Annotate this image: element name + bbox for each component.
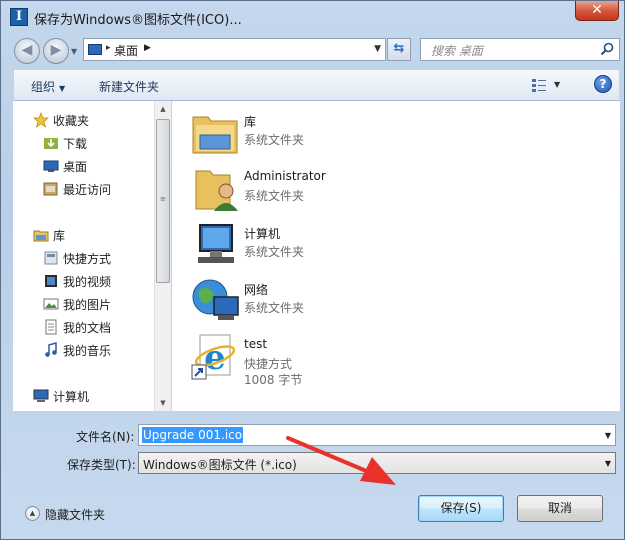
- title-bar: I 保存为Windows®图标文件(ICO)... ✕: [1, 1, 624, 33]
- window-title: 保存为Windows®图标文件(ICO)...: [34, 13, 242, 28]
- save-form: 文件名(N): Upgrade 001.ico ▼ 保存类型(T): Windo…: [1, 411, 624, 539]
- file-size: 1008 字节: [244, 373, 303, 387]
- address-dropdown-icon[interactable]: ▼: [374, 44, 381, 54]
- file-type: 系统文件夹: [244, 189, 305, 203]
- sidebar-item-label: 我的音乐: [63, 344, 112, 358]
- filename-value[interactable]: Upgrade 001.ico: [142, 427, 244, 443]
- new-folder-button[interactable]: 新建文件夹: [99, 78, 159, 95]
- command-toolbar: 组织 ▼ 新建文件夹 ▼ ?: [13, 69, 620, 101]
- search-placeholder: 搜索 桌面: [431, 44, 483, 58]
- back-button[interactable]: ◀: [14, 38, 40, 64]
- file-item-test[interactable]: e test 快捷方式 1008 字节: [190, 333, 490, 387]
- hide-folders-label: 隐藏文件夹: [45, 508, 106, 522]
- scroll-down-icon[interactable]: ▼: [155, 395, 171, 411]
- organize-label: 组织: [31, 80, 56, 94]
- navigation-scrollbar[interactable]: ▲ ≡ ▼: [154, 101, 171, 411]
- recent-pages-dropdown[interactable]: ▼: [71, 47, 77, 56]
- picture-icon: [43, 298, 59, 310]
- file-item-library[interactable]: 库 系统文件夹: [190, 109, 490, 161]
- help-button[interactable]: ?: [594, 75, 612, 93]
- forward-button[interactable]: ▶: [43, 38, 69, 64]
- breadcrumb-chevron-icon[interactable]: ▸: [106, 43, 111, 53]
- address-bar[interactable]: ▸ 桌面 ▶ ▼: [83, 38, 386, 61]
- sidebar-item-label: 下载: [63, 137, 88, 151]
- music-icon: [45, 342, 57, 357]
- sidebar-item-label: 我的图片: [63, 298, 112, 312]
- sidebar-item-label: 库: [53, 229, 66, 243]
- user-folder-icon: [195, 170, 238, 211]
- desktop-icon: [43, 160, 59, 172]
- shortcut-folder-icon: [44, 251, 58, 265]
- recent-places-icon: [43, 182, 58, 196]
- view-options-icon[interactable]: [531, 77, 547, 93]
- sidebar-item-label: 计算机: [53, 390, 90, 404]
- file-item-administrator[interactable]: Administrator 系统文件夹: [190, 165, 490, 217]
- save-button[interactable]: 保存(S): [418, 495, 504, 522]
- cancel-button[interactable]: 取消: [517, 495, 603, 522]
- file-name: 计算机: [244, 227, 281, 241]
- svg-text:e: e: [204, 338, 226, 378]
- video-icon: [45, 275, 57, 287]
- filetype-select[interactable]: Windows®图标文件 (*.ico) ▼: [138, 452, 616, 474]
- search-input[interactable]: 搜索 桌面: [420, 38, 620, 61]
- address-row: ◀ ▶ ▼ ▸ 桌面 ▶ ▼ ⇆ 搜索 桌面: [1, 33, 624, 69]
- filetype-dropdown-icon[interactable]: ▼: [605, 459, 611, 468]
- library-icon: [33, 230, 49, 242]
- filename-label: 文件名(N):: [76, 430, 135, 444]
- file-item-computer[interactable]: 计算机 系统文件夹: [190, 221, 490, 273]
- sidebar-item-label: 桌面: [63, 160, 88, 174]
- sidebar-item-label: 我的文档: [63, 321, 112, 335]
- file-name: 库: [244, 115, 257, 129]
- filename-dropdown-icon[interactable]: ▼: [605, 431, 611, 440]
- computer-icon: [198, 224, 234, 263]
- library-folder-icon: [192, 116, 238, 154]
- document-icon: [45, 319, 57, 335]
- scroll-up-icon[interactable]: ▲: [155, 101, 171, 117]
- filetype-value: Windows®图标文件 (*.ico): [143, 458, 297, 472]
- breadcrumb-arrow-icon[interactable]: ▶: [144, 43, 151, 53]
- save-dialog: I 保存为Windows®图标文件(ICO)... ✕ ◀ ▶ ▼ ▸ 桌面 ▶…: [0, 0, 625, 540]
- ie-shortcut-icon: e: [191, 334, 236, 380]
- view-dropdown-icon[interactable]: ▼: [554, 80, 560, 89]
- file-name: Administrator: [244, 169, 326, 183]
- sidebar-item-label: 我的视频: [63, 275, 112, 289]
- sidebar-item-label: 收藏夹: [53, 114, 90, 128]
- organize-button[interactable]: 组织 ▼: [31, 78, 65, 95]
- filename-input[interactable]: Upgrade 001.ico ▼: [138, 424, 616, 446]
- sidebar-item-label: 最近访问: [63, 183, 112, 197]
- grip-icon: ≡: [160, 195, 166, 203]
- star-icon: [33, 112, 49, 128]
- file-list: 库 系统文件夹 Administrator 系统文件夹 计算机 系统文件夹 网络…: [172, 101, 620, 411]
- search-icon[interactable]: [600, 42, 614, 56]
- scrollbar-thumb[interactable]: ≡: [156, 119, 170, 283]
- breadcrumb-location[interactable]: 桌面: [114, 42, 138, 59]
- file-type: 系统文件夹: [244, 133, 305, 147]
- chevron-up-icon[interactable]: ▲: [25, 506, 40, 521]
- chevron-down-icon: ▼: [59, 84, 66, 93]
- filetype-label: 保存类型(T):: [67, 458, 136, 472]
- close-button[interactable]: ✕: [575, 1, 619, 21]
- refresh-button[interactable]: ⇆: [387, 38, 411, 61]
- file-name: 网络: [244, 283, 269, 297]
- sidebar-item-label: 快捷方式: [63, 252, 112, 266]
- file-type: 系统文件夹: [244, 301, 305, 315]
- file-type: 快捷方式: [244, 357, 293, 371]
- downloads-icon: [44, 138, 58, 149]
- file-name: test: [244, 337, 268, 351]
- app-icon: I: [10, 8, 28, 26]
- file-item-network[interactable]: 网络 系统文件夹: [190, 277, 490, 329]
- file-type: 系统文件夹: [244, 245, 305, 259]
- computer-icon: [33, 389, 49, 402]
- network-icon: [192, 279, 239, 320]
- navigation-pane: 收藏夹 下载 桌面 最近访问 库 快捷方式 我的视频 我的图片 我的文档 我的音…: [13, 101, 171, 411]
- desktop-icon: [88, 44, 102, 55]
